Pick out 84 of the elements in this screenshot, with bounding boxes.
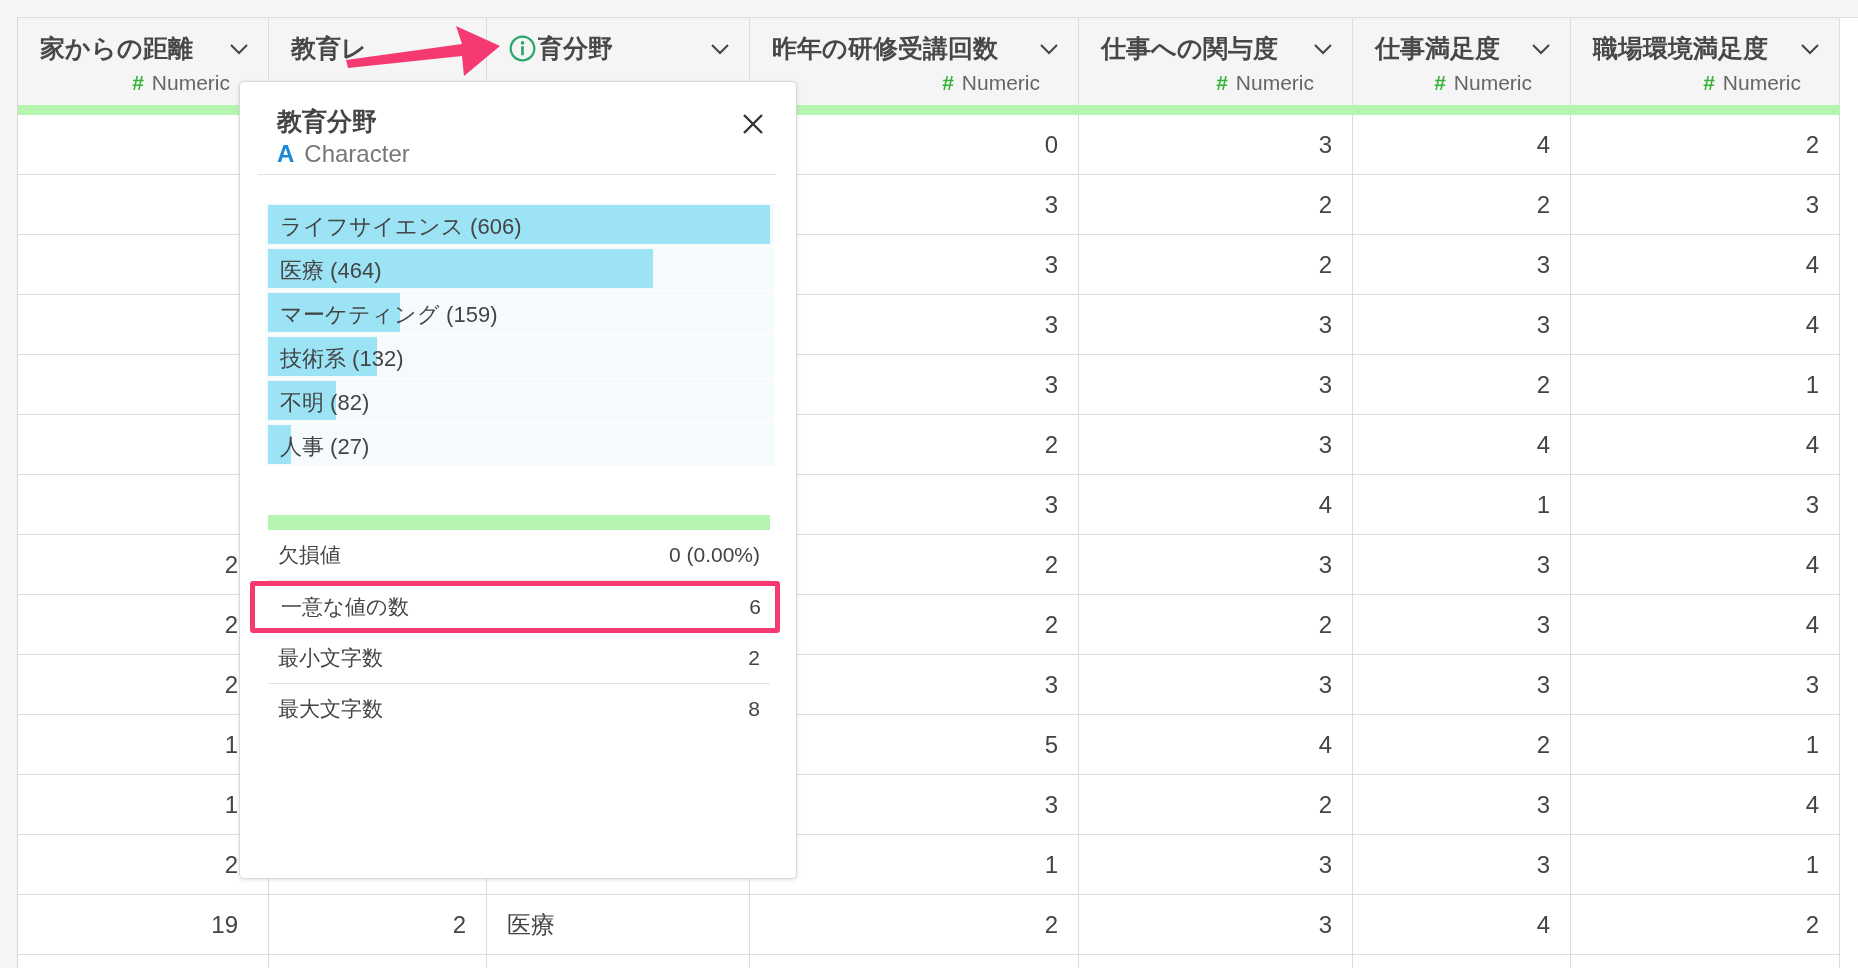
table-cell: 3 (1571, 655, 1840, 715)
table-cell: 医療 (487, 895, 750, 955)
table-cell: 2 (1353, 175, 1571, 235)
type-symbol: # (1703, 71, 1715, 95)
table-cell: 4 (1571, 595, 1840, 655)
table-cell: 4 (1571, 235, 1840, 295)
bar-label: ライフサイエンス (606) (280, 213, 522, 241)
type-symbol: # (1216, 71, 1228, 95)
column-title: 家からの距離 (40, 33, 193, 64)
table-cell: 19 (18, 895, 269, 955)
column-header[interactable]: 仕事満足度 # Numeric (1353, 18, 1571, 105)
table-cell: 2 (1571, 895, 1840, 955)
table-cell: 3 (1353, 235, 1571, 295)
table-cell: 2 (269, 895, 487, 955)
table-cell: 2 (1079, 775, 1353, 835)
column-type: Numeric (151, 71, 230, 95)
info-icon[interactable] (509, 35, 536, 62)
table-cell: 4 (1571, 415, 1840, 475)
table-cell: 1 (1571, 715, 1840, 775)
table-cell: 3 (1353, 775, 1571, 835)
table-cell: 4 (1571, 535, 1840, 595)
table-cell: 2 (1571, 115, 1840, 175)
close-icon (742, 113, 764, 135)
table-cell: 4 (1079, 715, 1353, 775)
bar-label: 技術系 (132) (280, 345, 404, 373)
table-cell: 3 (1353, 655, 1571, 715)
column-title: 仕事への関与度 (1101, 33, 1278, 64)
table-cell: 3 (1571, 175, 1840, 235)
table-cell: 3 (1353, 595, 1571, 655)
column-header[interactable]: 仕事への関与度 # Numeric (1079, 18, 1353, 105)
table-cell: 1 (1571, 835, 1840, 895)
column-type: Numeric (1235, 71, 1314, 95)
table-cell: 3 (1079, 415, 1353, 475)
table-cell: 3 (1353, 835, 1571, 895)
table-cell: 3 (1571, 475, 1840, 535)
table-cell: 2 (1079, 235, 1353, 295)
bar-label: 不明 (82) (280, 389, 370, 417)
column-type: Numeric (1722, 71, 1801, 95)
column-title: 教育レ (291, 33, 367, 64)
table-cell: 3 (1079, 295, 1353, 355)
table-cell: 1 (1353, 475, 1571, 535)
table-cell: 2 (1353, 355, 1571, 415)
table-cell: 3 (1353, 535, 1571, 595)
column-type: Character (304, 140, 410, 168)
type-symbol: # (1434, 71, 1446, 95)
table-cell: 2 (1079, 175, 1353, 235)
table-cell: 4 (1571, 295, 1840, 355)
table-cell: 4 (1353, 415, 1571, 475)
column-header[interactable]: 昨年の研修受講回数 # Numeric (750, 18, 1079, 105)
stat-value: 6 (749, 595, 761, 619)
bar-label: 医療 (464) (280, 257, 382, 285)
table-cell: 2 (1079, 595, 1353, 655)
type-symbol: # (942, 71, 954, 95)
table-cell: 2 (750, 895, 1079, 955)
table-cell: 3 (1079, 895, 1353, 955)
type-symbol: # (132, 71, 144, 95)
table-cell: 3 (1079, 655, 1353, 715)
column-title: 育分野 (538, 33, 613, 64)
table-cell: 4 (1079, 475, 1353, 535)
table-cell: 2 (1353, 715, 1571, 775)
column-title: 昨年の研修受講回数 (772, 33, 998, 64)
table-cell: 4 (1353, 115, 1571, 175)
bar-label: マーケティング (159) (280, 301, 498, 329)
stat-label: 欠損値 (278, 542, 341, 568)
column-type: Numeric (1453, 71, 1532, 95)
stat-label: 最小文字数 (278, 645, 383, 671)
column-header[interactable]: 家からの距離 # Numeric (18, 18, 269, 105)
stat-label: 一意な値の数 (281, 594, 409, 620)
type-symbol: A (277, 140, 295, 168)
column-type: Numeric (961, 71, 1040, 95)
popup-title: 教育分野 (277, 106, 378, 137)
column-title: 仕事満足度 (1375, 33, 1500, 64)
table-cell: 4 (1353, 895, 1571, 955)
table-cell: 4 (1571, 775, 1840, 835)
table-cell: 3 (1353, 295, 1571, 355)
table-cell: 3 (1079, 355, 1353, 415)
table-cell: 1 (1571, 355, 1840, 415)
table-cell: 3 (1079, 115, 1353, 175)
bar-label: 人事 (27) (280, 433, 370, 461)
stat-label: 最大文字数 (278, 696, 383, 722)
table-cell: 3 (1079, 535, 1353, 595)
column-header[interactable]: 職場環境満足度 # Numeric (1571, 18, 1840, 105)
table-cell: 3 (1079, 835, 1353, 895)
column-title: 職場環境満足度 (1593, 33, 1768, 64)
